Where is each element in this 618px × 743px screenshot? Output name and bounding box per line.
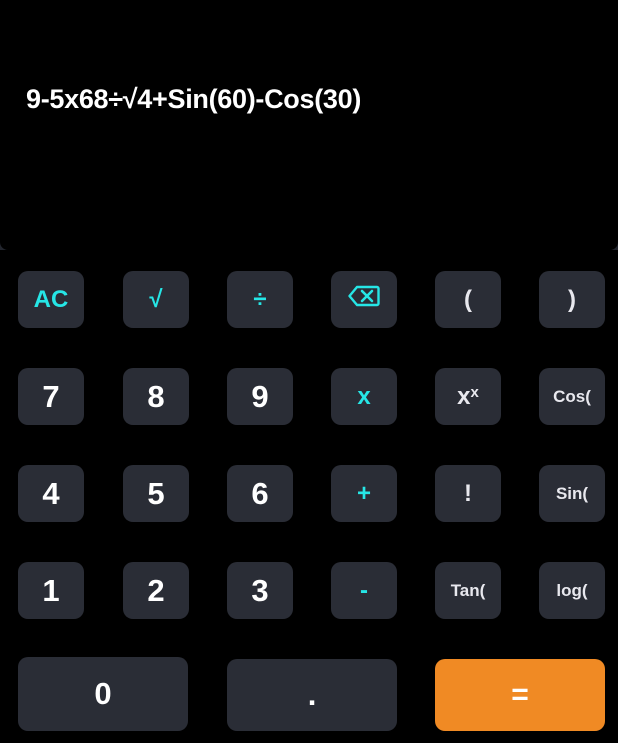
digit-9-button[interactable]: 9 bbox=[227, 368, 293, 425]
digit-6-button[interactable]: 6 bbox=[227, 465, 293, 522]
cos-button[interactable]: Cos( bbox=[539, 368, 605, 425]
calculator-app: 9-5x68÷√4+Sin(60)-Cos(30) AC √ ÷ ( ) 7 8… bbox=[0, 0, 618, 743]
close-paren-button[interactable]: ) bbox=[539, 271, 605, 328]
backspace-button[interactable] bbox=[331, 271, 397, 328]
open-paren-button[interactable]: ( bbox=[435, 271, 501, 328]
multiply-button[interactable]: x bbox=[331, 368, 397, 425]
tan-button[interactable]: Tan( bbox=[435, 562, 501, 619]
digit-1-button[interactable]: 1 bbox=[18, 562, 84, 619]
keypad: AC √ ÷ ( ) 7 8 9 x xx Cos( 4 5 6 + ! Sin… bbox=[0, 250, 618, 743]
equals-button[interactable]: = bbox=[435, 659, 605, 731]
digit-0-button[interactable]: 0 bbox=[18, 657, 188, 731]
plus-button[interactable]: + bbox=[331, 465, 397, 522]
sin-button[interactable]: Sin( bbox=[539, 465, 605, 522]
power-exponent: x bbox=[470, 384, 479, 401]
log-button[interactable]: log( bbox=[539, 562, 605, 619]
all-clear-button[interactable]: AC bbox=[18, 271, 84, 328]
digit-4-button[interactable]: 4 bbox=[18, 465, 84, 522]
divide-button[interactable]: ÷ bbox=[227, 271, 293, 328]
digit-5-button[interactable]: 5 bbox=[123, 465, 189, 522]
expression-text: 9-5x68÷√4+Sin(60)-Cos(30) bbox=[26, 84, 362, 114]
factorial-button[interactable]: ! bbox=[435, 465, 501, 522]
power-base: x bbox=[457, 382, 471, 410]
square-root-button[interactable]: √ bbox=[123, 271, 189, 328]
digit-8-button[interactable]: 8 bbox=[123, 368, 189, 425]
power-button[interactable]: xx bbox=[435, 368, 501, 425]
backspace-icon bbox=[348, 285, 380, 314]
digit-3-button[interactable]: 3 bbox=[227, 562, 293, 619]
digit-2-button[interactable]: 2 bbox=[123, 562, 189, 619]
calculator-display: 9-5x68÷√4+Sin(60)-Cos(30) bbox=[0, 0, 618, 250]
digit-7-button[interactable]: 7 bbox=[18, 368, 84, 425]
decimal-button[interactable]: . bbox=[227, 659, 397, 731]
minus-button[interactable]: - bbox=[331, 562, 397, 619]
